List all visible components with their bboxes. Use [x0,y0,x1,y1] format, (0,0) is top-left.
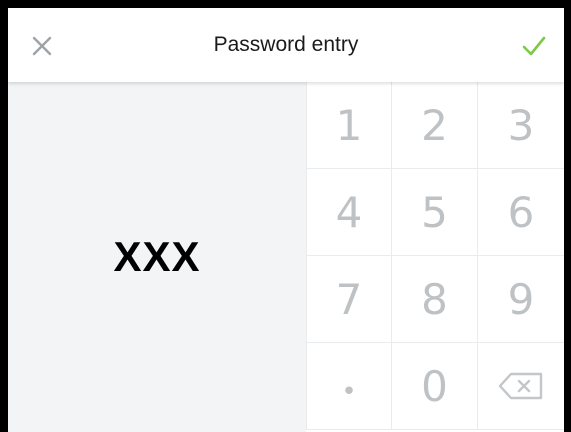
confirm-button[interactable] [514,26,554,66]
checkmark-icon [522,36,546,56]
key-8[interactable]: 8 [392,256,478,343]
key-6[interactable]: 6 [478,169,564,256]
key-0[interactable]: 0 [392,343,478,430]
password-entry-dialog: Password entry XXX 1 2 3 4 5 6 7 8 9 • 0 [8,8,564,432]
key-2[interactable]: 2 [392,82,478,169]
backspace-icon [498,372,543,400]
close-button[interactable] [22,26,62,66]
password-display: XXX [8,82,306,432]
key-9[interactable]: 9 [478,256,564,343]
close-icon [32,36,52,56]
key-1[interactable]: 1 [306,82,392,169]
key-7[interactable]: 7 [306,256,392,343]
backspace-button[interactable] [478,343,564,430]
key-dot-label: • [341,377,357,407]
key-dot[interactable]: • [306,343,392,430]
key-3[interactable]: 3 [478,82,564,169]
numeric-keypad: 1 2 3 4 5 6 7 8 9 • 0 [306,82,564,432]
key-4[interactable]: 4 [306,169,392,256]
masked-password: XXX [113,233,201,280]
page-title: Password entry [213,33,359,56]
header-bar: Password entry [8,8,564,82]
key-5[interactable]: 5 [392,169,478,256]
